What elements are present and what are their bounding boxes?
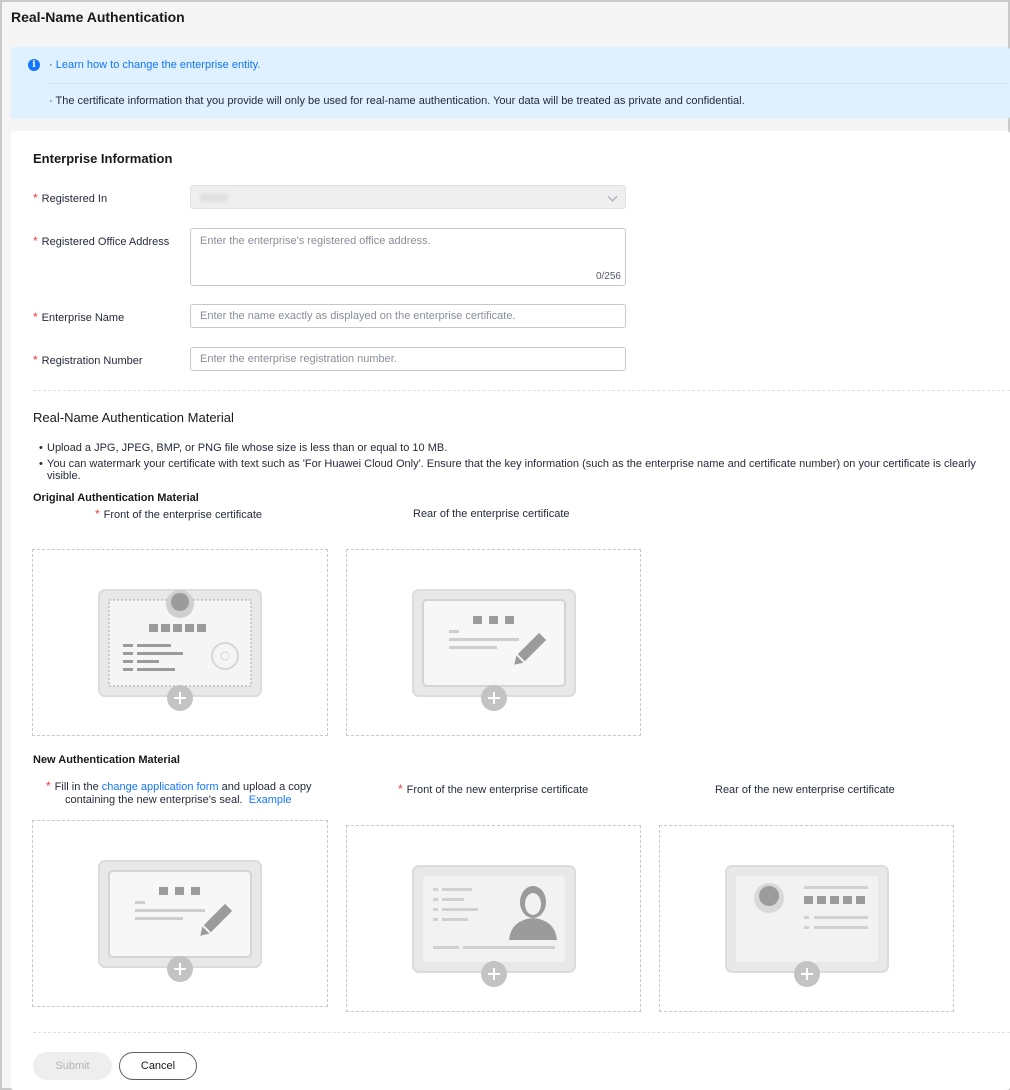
notice-bullet: · (49, 59, 56, 71)
registered-in-label-text: Registered In (41, 193, 108, 205)
upload-application-form[interactable] (32, 820, 328, 1007)
required-mark: * (33, 234, 38, 248)
registered-in-value (200, 193, 228, 202)
submit-button[interactable]: Submit (33, 1052, 112, 1080)
registration-number-placeholder: Enter the enterprise registration number… (200, 353, 397, 365)
form-label-part: and upload a copy (218, 781, 312, 793)
page-frame: Real-Name Authentication i · Learn how t… (0, 0, 1010, 1090)
enterprise-info-title: Enterprise Information (33, 151, 173, 166)
section-divider (33, 390, 1010, 391)
notice-line-1: · Learn how to change the enterprise ent… (49, 59, 260, 71)
change-application-form-link[interactable]: change application form (102, 781, 219, 793)
example-link[interactable]: Example (249, 794, 292, 806)
info-notice: i · Learn how to change the enterprise e… (11, 47, 1010, 119)
registration-number-label-text: Registration Number (41, 355, 143, 367)
registered-in-select[interactable] (190, 185, 626, 209)
required-mark: * (95, 507, 100, 521)
form-label-part: Fill in the (54, 781, 102, 793)
certificate-rear-icon (411, 589, 576, 711)
form-card: Enterprise Information * Registered In * R… (11, 131, 1010, 1090)
material-title: Real-Name Authentication Material (33, 410, 234, 425)
upload-original-rear[interactable] (346, 549, 641, 736)
original-front-label: * Front of the enterprise certificate (95, 507, 262, 521)
enterprise-name-label-text: Enterprise Name (41, 312, 125, 324)
registration-number-label: * Registration Number (33, 353, 143, 367)
upload-new-rear[interactable] (659, 825, 954, 1012)
new-front-label-text: Front of the new enterprise certificate (406, 784, 589, 796)
application-form-label: * Fill in the change application form and… (46, 780, 312, 807)
upload-new-front[interactable] (346, 825, 641, 1012)
rule-item: You can watermark your certificate with … (39, 458, 1010, 482)
form-label-line2: containing the new enterprise's seal. (65, 794, 243, 806)
actions-divider (33, 1032, 1010, 1033)
address-placeholder: Enter the enterprise's registered office… (200, 235, 431, 247)
address-textarea[interactable]: Enter the enterprise's registered office… (190, 228, 626, 286)
required-mark: * (33, 353, 38, 367)
address-char-counter: 0/256 (595, 271, 621, 282)
id-card-portrait-icon (411, 865, 576, 987)
enterprise-name-placeholder: Enter the name exactly as displayed on t… (200, 310, 516, 322)
notice-divider (49, 83, 1009, 84)
cancel-button[interactable]: Cancel (119, 1052, 197, 1080)
application-form-icon (98, 860, 262, 982)
original-rear-label: Rear of the enterprise certificate (413, 508, 570, 520)
certificate-front-icon (98, 589, 262, 711)
new-material-title: New Authentication Material (33, 754, 180, 766)
required-mark: * (33, 191, 38, 205)
chevron-down-icon (607, 191, 618, 202)
enterprise-name-label: * Enterprise Name (33, 310, 124, 324)
address-label: * Registered Office Address (33, 234, 169, 248)
original-material-title: Original Authentication Material (33, 492, 199, 504)
new-front-label: * Front of the new enterprise certificate (398, 782, 588, 796)
enterprise-name-input[interactable]: Enter the name exactly as displayed on t… (190, 304, 626, 328)
rule-item: Upload a JPG, JPEG, BMP, or PNG file who… (39, 442, 1010, 458)
info-icon: i (28, 59, 40, 71)
required-mark: * (33, 310, 38, 324)
id-card-emblem-icon (724, 865, 889, 987)
change-entity-link[interactable]: Learn how to change the enterprise entit… (56, 59, 261, 71)
address-label-text: Registered Office Address (41, 236, 170, 248)
page-title: Real-Name Authentication (11, 9, 185, 25)
notice-line-2: · The certificate information that you p… (49, 95, 745, 107)
upload-original-front[interactable] (32, 549, 328, 736)
upload-rules: Upload a JPG, JPEG, BMP, or PNG file who… (39, 442, 1010, 482)
required-mark: * (398, 782, 403, 796)
new-rear-label: Rear of the new enterprise certificate (715, 784, 895, 796)
original-front-label-text: Front of the enterprise certificate (103, 509, 263, 521)
registration-number-input[interactable]: Enter the enterprise registration number… (190, 347, 626, 371)
registered-in-label: * Registered In (33, 191, 107, 205)
required-mark: * (46, 779, 51, 793)
